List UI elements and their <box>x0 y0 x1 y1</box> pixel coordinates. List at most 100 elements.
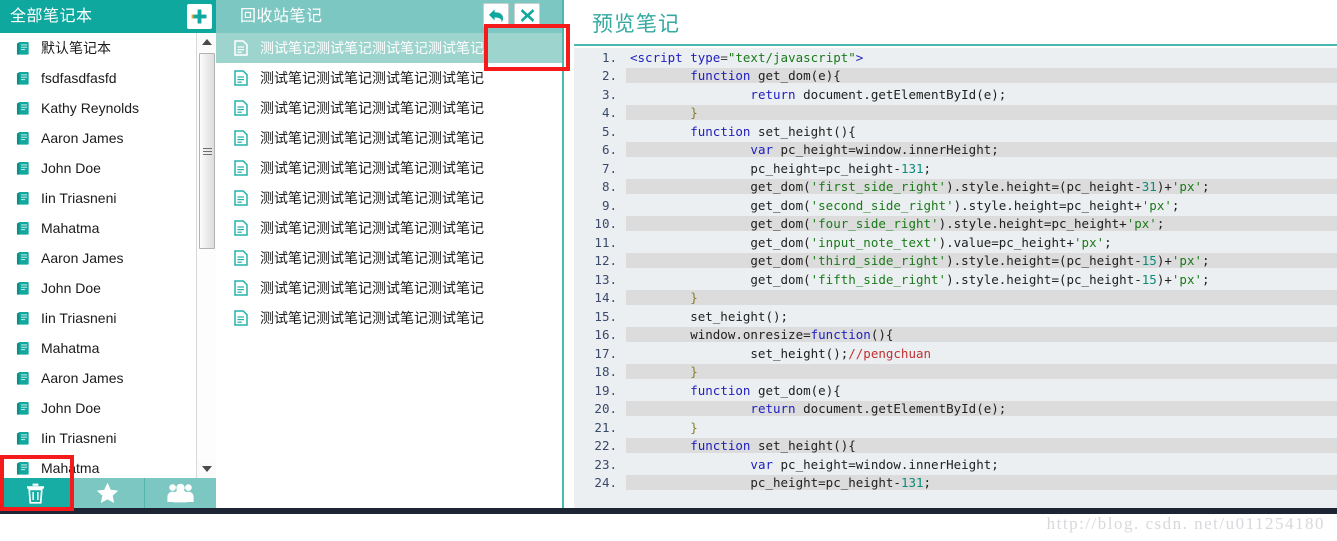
notebook-item[interactable]: Kathy Reynolds <box>0 93 196 123</box>
note-item-label: 测试笔记测试笔记测试笔记测试笔记 <box>260 310 484 326</box>
code-line: 13. get_dom('fifth_side_right').style.he… <box>574 270 1337 289</box>
note-action-buttons <box>483 3 540 27</box>
notebook-item[interactable]: Mahatma <box>0 333 196 363</box>
code-text: function set_height(){ <box>626 438 1337 454</box>
line-number: 4. <box>574 105 626 121</box>
code-token: pc_height=pc_height- <box>630 475 901 491</box>
restore-note-button[interactable] <box>483 3 509 27</box>
trash-icon <box>27 483 45 504</box>
code-token: 'first_side_right' <box>810 179 947 195</box>
code-token: } <box>630 290 698 306</box>
code-token: set_height(); <box>630 308 789 324</box>
code-token: var <box>750 456 773 472</box>
code-line: 15. set_height(); <box>574 307 1337 326</box>
note-item[interactable]: 测试笔记测试笔记测试笔记测试笔记 <box>216 303 562 333</box>
code-token: var <box>750 142 773 158</box>
preview-panel: 预览笔记 1. <script type="text/javascript"> 2.… <box>566 0 1337 508</box>
line-number: 20. <box>574 401 626 417</box>
line-number: 7. <box>574 160 626 176</box>
note-item[interactable]: 测试笔记测试笔记测试笔记测试笔记 <box>216 93 562 123</box>
code-token: "text/javascript" <box>727 49 856 65</box>
note-item[interactable]: 测试笔记测试笔记测试笔记测试笔记 <box>216 243 562 273</box>
notebook-item[interactable]: Aaron James <box>0 123 196 153</box>
note-item-selected[interactable]: 测试笔记测试笔记测试笔记测试笔记 <box>216 33 562 63</box>
code-token: get_dom( <box>630 271 811 287</box>
sidebar-header: 全部笔记本 <box>0 0 216 33</box>
star-icon <box>97 482 119 504</box>
code-token: 'px' <box>1171 253 1202 269</box>
document-icon <box>234 160 248 176</box>
notebook-item[interactable]: John Doe <box>0 153 196 183</box>
preview-divider <box>574 44 1337 46</box>
code-viewer[interactable]: 1. <script type="text/javascript"> 2. func… <box>574 48 1337 508</box>
note-item[interactable]: 测试笔记测试笔记测试笔记测试笔记 <box>216 123 562 153</box>
line-number: 22. <box>574 438 626 454</box>
note-item[interactable]: 测试笔记测试笔记测试笔记测试笔记 <box>216 153 562 183</box>
note-item[interactable]: 测试笔记测试笔记测试笔记测试笔记 <box>216 213 562 243</box>
notebook-item-label: John Doe <box>41 400 101 416</box>
notebook-item-label: Iin Triasneni <box>41 430 117 446</box>
notebook-sidebar: 全部笔记本 默认笔记本 fsdfasdfasfd Kathy Reynolds Aar… <box>0 0 217 508</box>
line-number: 24. <box>574 475 626 491</box>
code-token: 'second_side_right' <box>810 197 954 213</box>
shared-button[interactable] <box>144 478 216 508</box>
line-number: 8. <box>574 179 626 195</box>
notebook-item-label: Kathy Reynolds <box>41 100 140 116</box>
favorites-button[interactable] <box>72 478 145 508</box>
code-token: ; <box>1202 271 1210 287</box>
notebook-item[interactable]: John Doe <box>0 393 196 423</box>
notebook-item-label: Aaron James <box>41 250 124 266</box>
note-item-label: 测试笔记测试笔记测试笔记测试笔记 <box>260 70 484 86</box>
line-number: 11. <box>574 234 626 250</box>
notebook-icon <box>16 401 29 415</box>
document-icon <box>234 70 248 86</box>
add-notebook-button[interactable] <box>187 4 212 29</box>
code-text: set_height(); <box>626 308 1337 324</box>
note-item[interactable]: 测试笔记测试笔记测试笔记测试笔记 <box>216 183 562 213</box>
notebook-icon <box>16 101 29 115</box>
code-token: get_dom( <box>630 216 811 232</box>
notebook-scrollbar[interactable] <box>196 33 217 478</box>
code-token: 131 <box>900 475 924 491</box>
line-number: 10. <box>574 216 626 232</box>
note-item-label: 测试笔记测试笔记测试笔记测试笔记 <box>260 250 484 266</box>
scroll-up-button[interactable] <box>197 33 217 51</box>
code-token: )+ <box>1156 179 1172 195</box>
code-line: 1. <script type="text/javascript"> <box>574 48 1337 67</box>
code-token: window.onresize= <box>630 327 811 343</box>
note-list-items: 测试笔记测试笔记测试笔记测试笔记 测试笔记测试笔记测试笔记测试笔记 测试笔记测试笔记… <box>216 33 562 333</box>
code-text: function get_dom(e){ <box>626 68 1337 84</box>
notebook-item[interactable]: Aaron James <box>0 243 196 273</box>
code-token: pc_height=pc_height- <box>630 160 901 176</box>
code-line: 17. set_height();//pengchuan <box>574 344 1337 363</box>
notebook-item[interactable]: Aaron James <box>0 363 196 393</box>
scroll-down-button[interactable] <box>197 460 217 478</box>
code-token: get_dom(e){ <box>750 382 841 398</box>
notebook-item[interactable]: Iin Triasneni <box>0 183 196 213</box>
code-text: set_height();//pengchuan <box>626 345 1337 361</box>
trash-button[interactable] <box>0 478 73 508</box>
code-line: 14. } <box>574 289 1337 308</box>
line-number: 2. <box>574 68 626 84</box>
notebook-item[interactable]: Mahatma <box>0 213 196 243</box>
note-item[interactable]: 测试笔记测试笔记测试笔记测试笔记 <box>216 273 562 303</box>
document-icon <box>234 100 248 116</box>
notebook-item-label: Iin Triasneni <box>41 190 117 206</box>
code-line: 19. function get_dom(e){ <box>574 381 1337 400</box>
note-item-label: 测试笔记测试笔记测试笔记测试笔记 <box>260 190 484 206</box>
note-item[interactable]: 测试笔记测试笔记测试笔记测试笔记 <box>216 63 562 93</box>
delete-note-button[interactable] <box>514 3 540 27</box>
notebook-item[interactable]: John Doe <box>0 273 196 303</box>
notebook-item[interactable]: Iin Triasneni <box>0 303 196 333</box>
code-token: 'input_note_text' <box>810 234 939 250</box>
sidebar-bottom-toolbar <box>0 478 216 508</box>
notebook-item[interactable]: 默认笔记本 <box>0 33 196 63</box>
code-token: set_height(){ <box>750 123 856 139</box>
notebook-item[interactable]: fsdfasdfasfd <box>0 63 196 93</box>
code-line: 4. } <box>574 104 1337 123</box>
line-number: 21. <box>574 419 626 435</box>
scrollbar-thumb[interactable] <box>199 53 215 249</box>
notebook-icon <box>16 311 29 325</box>
notebook-item[interactable]: Mahatma <box>0 453 196 478</box>
notebook-item[interactable]: Iin Triasneni <box>0 423 196 453</box>
